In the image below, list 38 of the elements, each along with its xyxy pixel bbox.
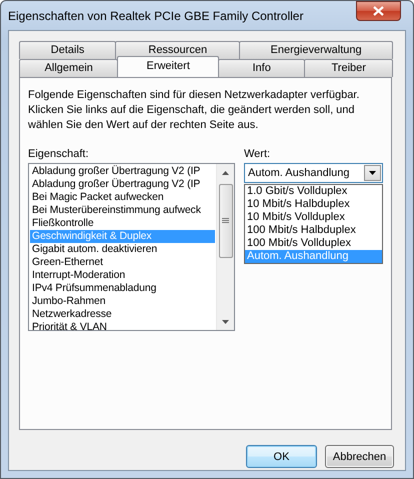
list-item[interactable]: Jumbo-Rahmen — [30, 295, 215, 308]
scroll-up-icon[interactable] — [222, 170, 229, 174]
tab[interactable]: Info — [218, 59, 306, 77]
tab[interactable]: Allgemein — [19, 59, 118, 77]
list-item[interactable]: Interrupt-Moderation — [30, 269, 215, 282]
value-label: Wert: — [244, 148, 272, 160]
dropdown-option[interactable]: 100 Mbit/s Vollduplex — [245, 237, 382, 250]
tab[interactable]: Energieverwaltung — [239, 41, 393, 59]
scroll-down-icon[interactable] — [222, 320, 229, 324]
dropdown-option[interactable]: 1.0 Gbit/s Vollduplex — [245, 185, 382, 198]
cancel-button[interactable]: Abbrechen — [325, 445, 394, 468]
list-item[interactable]: Bei Magic Packet aufwecken — [30, 191, 215, 204]
tab[interactable]: Details — [19, 41, 116, 59]
close-icon — [373, 6, 384, 16]
tab[interactable]: Erweitert — [117, 56, 219, 77]
dropdown-option[interactable]: 100 Mbit/s Halbduplex — [245, 224, 382, 237]
tab[interactable]: Treiber — [304, 59, 393, 77]
list-item[interactable]: Bei Musterübereinstimmung aufweck — [30, 204, 215, 217]
window-title: Eigenschaften von Realtek PCIe GBE Family Controller — [8, 8, 304, 22]
list-item[interactable]: IPv4 Prüfsummenabladung — [30, 282, 215, 295]
dropdown-option[interactable]: 10 Mbit/s Halbduplex — [245, 198, 382, 211]
list-item[interactable]: Priorität & VLAN — [30, 321, 215, 330]
scrollbar[interactable] — [216, 164, 234, 330]
scrollbar-thumb[interactable] — [218, 184, 232, 258]
value-dropdown[interactable]: Autom. Aushandlung — [244, 163, 383, 183]
ok-button[interactable]: OK — [246, 445, 317, 468]
list-item[interactable]: Green-Ethernet — [30, 256, 215, 269]
list-item[interactable]: Abladung großer Übertragung V2 (IP — [30, 165, 215, 178]
list-item[interactable]: Abladung großer Übertragung V2 (IP — [30, 178, 215, 191]
dropdown-arrow-icon — [369, 171, 376, 175]
property-label: Eigenschaft: — [28, 148, 90, 160]
description-text: Folgende Eigenschaften sind für diesen Netzwerkadapter verfügbar. Klicken Sie links auf die Eigenschaft, die geändert werden soll, und wählen Sie den Wert auf der rechten Seite aus. — [28, 88, 360, 133]
list-item[interactable]: Gigabit autom. deaktivieren — [30, 243, 215, 256]
property-listbox[interactable] — [28, 163, 235, 331]
list-item[interactable]: Fließkontrolle — [30, 217, 215, 230]
dropdown-option[interactable]: 10 Mbit/s Vollduplex — [245, 211, 382, 224]
close-button[interactable] — [356, 1, 401, 21]
list-item[interactable]: Netzwerkadresse — [30, 308, 215, 321]
